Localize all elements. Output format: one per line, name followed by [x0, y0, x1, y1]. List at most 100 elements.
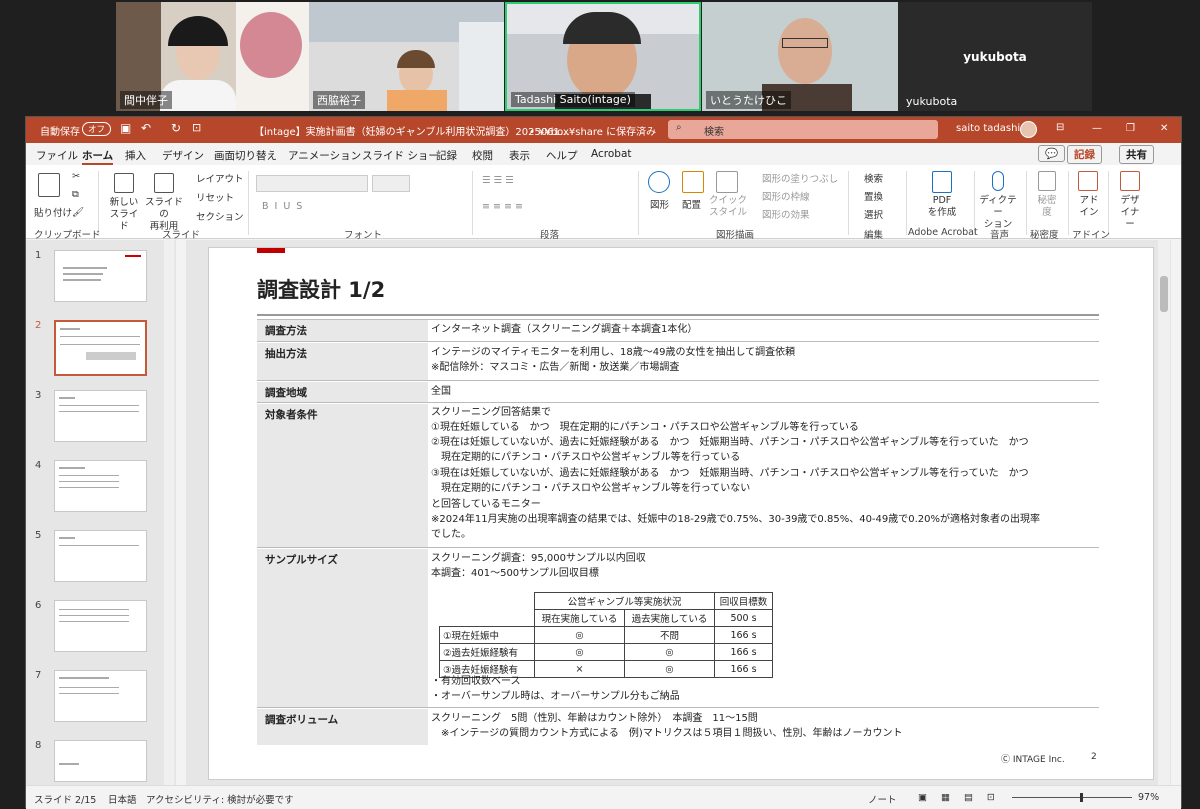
save-icon[interactable]: ▣	[120, 121, 131, 135]
slide-thumbnail-4[interactable]	[54, 460, 147, 512]
slide-thumbnail-2[interactable]	[54, 320, 147, 376]
table-header: 回収目標数	[714, 592, 773, 610]
reuse-slides-icon[interactable]	[154, 173, 174, 193]
row-value: ①現在妊娠している かつ 現在定期的にパチンコ・パチスロや公営ギャンブル等を行っ…	[431, 422, 859, 433]
tab-slideshow[interactable]: スライド ショー	[362, 148, 439, 163]
layout-button[interactable]: レイアウト	[196, 171, 244, 185]
tab-help[interactable]: ヘルプ	[546, 148, 578, 163]
search-box[interactable]: ⌕ 検索	[668, 120, 938, 139]
shape-effect-button[interactable]: 図形の効果	[762, 207, 810, 221]
row-label: 調査地域	[257, 382, 428, 402]
bullets-icon[interactable]: ☰ ☰ ☰	[482, 175, 514, 186]
new-slide-icon[interactable]	[114, 173, 134, 193]
select-button[interactable]: 選択	[864, 207, 883, 221]
video-tile-1[interactable]: 間中伴子	[116, 2, 309, 111]
font-size-box[interactable]	[372, 175, 410, 192]
video-tile-3[interactable]: Tadashi Saito(intage)	[505, 2, 701, 111]
copy-icon[interactable]: ⧉	[72, 189, 79, 200]
autosave-toggle[interactable]: オフ	[82, 122, 112, 136]
quick-style-label[interactable]: クイック スタイル	[708, 195, 748, 219]
cut-icon[interactable]: ✂	[72, 171, 80, 182]
scrollbar-thumb[interactable]	[1160, 276, 1168, 312]
new-slide-label[interactable]: 新しい スライド	[106, 197, 142, 233]
undo-icon[interactable]: ↶	[141, 121, 151, 135]
slide-thumbnail-7[interactable]	[54, 670, 147, 722]
format-painter-icon[interactable]: 🖌	[72, 207, 84, 218]
row-label: 対象者条件	[257, 404, 428, 547]
thumb-number: 4	[35, 460, 42, 471]
tab-design[interactable]: デザイン	[162, 148, 204, 163]
restore-button[interactable]: ❐	[1126, 123, 1135, 134]
paste-icon[interactable]	[38, 173, 60, 197]
microphone-icon[interactable]	[992, 171, 1004, 191]
tab-view[interactable]: 表示	[509, 148, 530, 163]
slide-scrollbar[interactable]	[1158, 240, 1170, 785]
sensitivity-icon[interactable]	[1038, 171, 1056, 191]
designer-icon[interactable]	[1120, 171, 1140, 191]
section-button[interactable]: セクション	[196, 209, 244, 223]
slide-thumbnail-6[interactable]	[54, 600, 147, 652]
align-icon[interactable]: ≡ ≡ ≡ ≡	[482, 201, 523, 212]
user-name[interactable]: saito tadashi	[956, 123, 1020, 134]
tab-animations[interactable]: アニメーション	[288, 148, 361, 163]
minimize-button[interactable]: —	[1092, 123, 1102, 134]
slide-thumbnail-8[interactable]	[54, 740, 147, 782]
row-value: ※インテージの質問カウント方式による 例)マトリクスは５項目１問扱い、性別、年齢…	[431, 728, 903, 739]
zoom-slider-thumb[interactable]	[1080, 793, 1083, 802]
ribbon-display-icon[interactable]: ⊟	[1056, 122, 1064, 133]
font-format-icons[interactable]: BIUS	[262, 201, 308, 212]
tab-insert[interactable]: 挿入	[125, 148, 146, 163]
video-tile-5[interactable]: yukubota yukubota	[898, 2, 1092, 111]
view-buttons[interactable]: ▣▦▤⊡	[918, 792, 1009, 803]
font-name-box[interactable]	[256, 175, 368, 192]
arrange-icon[interactable]	[682, 171, 704, 193]
tab-file[interactable]: ファイル	[36, 148, 78, 163]
designer-label[interactable]: デザ イナー	[1116, 195, 1144, 231]
participant-name: 間中伴子	[120, 91, 172, 109]
slide-thumbnail-5[interactable]	[54, 530, 147, 582]
arrange-label[interactable]: 配置	[682, 197, 701, 211]
shape-fill-button[interactable]: 図形の塗りつぶし	[762, 171, 838, 185]
avatar[interactable]	[1020, 121, 1037, 138]
tab-transitions[interactable]: 画面切り替え	[214, 148, 277, 163]
find-button[interactable]: 検索	[864, 171, 883, 185]
tab-record[interactable]: 記録	[436, 148, 457, 163]
thumbnail-scrollbar[interactable]	[164, 240, 174, 785]
pdf-icon[interactable]	[932, 171, 952, 193]
zoom-level[interactable]: 97%	[1138, 792, 1159, 803]
shape-outline-button[interactable]: 図形の枠線	[762, 189, 810, 203]
record-button[interactable]: 記録	[1067, 145, 1102, 164]
video-tile-4[interactable]: いとうたけひこ	[702, 2, 898, 111]
addin-label[interactable]: アド イン	[1076, 195, 1102, 219]
comment-button[interactable]: 💬	[1038, 145, 1066, 162]
participant-name: 西脇裕子	[313, 91, 365, 109]
addin-icon[interactable]	[1078, 171, 1098, 191]
zoom-slider[interactable]	[1012, 797, 1132, 798]
slide-title[interactable]: 調査設計 1/2	[257, 274, 385, 304]
pdf-label[interactable]: PDF を作成	[924, 195, 960, 219]
shape-label[interactable]: 図形	[650, 197, 669, 211]
video-tile-2[interactable]: 西脇裕子	[309, 2, 504, 111]
save-status[interactable]: • ¥¥box¥share に保存済み	[529, 123, 656, 138]
accessibility-status[interactable]: アクセシビリティ: 検討が必要です	[146, 792, 294, 806]
sensitivity-label[interactable]: 秘密 度	[1034, 195, 1060, 219]
share-button[interactable]: 共有	[1119, 145, 1154, 164]
close-button[interactable]: ✕	[1160, 123, 1168, 134]
paste-label[interactable]: 貼り付け	[34, 205, 72, 219]
dictate-label[interactable]: ディクテー ション	[976, 195, 1020, 231]
present-icon[interactable]: ⊡	[192, 121, 201, 134]
tab-acrobat[interactable]: Acrobat	[591, 148, 632, 160]
language[interactable]: 日本語	[108, 792, 137, 806]
slide-thumbnail-3[interactable]	[54, 390, 147, 442]
row-label: 抽出方法	[257, 343, 428, 380]
notes-button[interactable]: ノート	[868, 792, 897, 806]
replace-button[interactable]: 置換	[864, 189, 883, 203]
thumb-number: 2	[35, 320, 42, 331]
slide-thumbnail-1[interactable]	[54, 250, 147, 302]
tab-home[interactable]: ホーム	[82, 148, 114, 165]
tab-review[interactable]: 校閲	[472, 148, 493, 163]
quick-style-icon[interactable]	[716, 171, 738, 193]
shape-icon[interactable]	[648, 171, 670, 193]
reset-button[interactable]: リセット	[196, 190, 234, 204]
redo-icon[interactable]: ↻	[171, 121, 181, 135]
